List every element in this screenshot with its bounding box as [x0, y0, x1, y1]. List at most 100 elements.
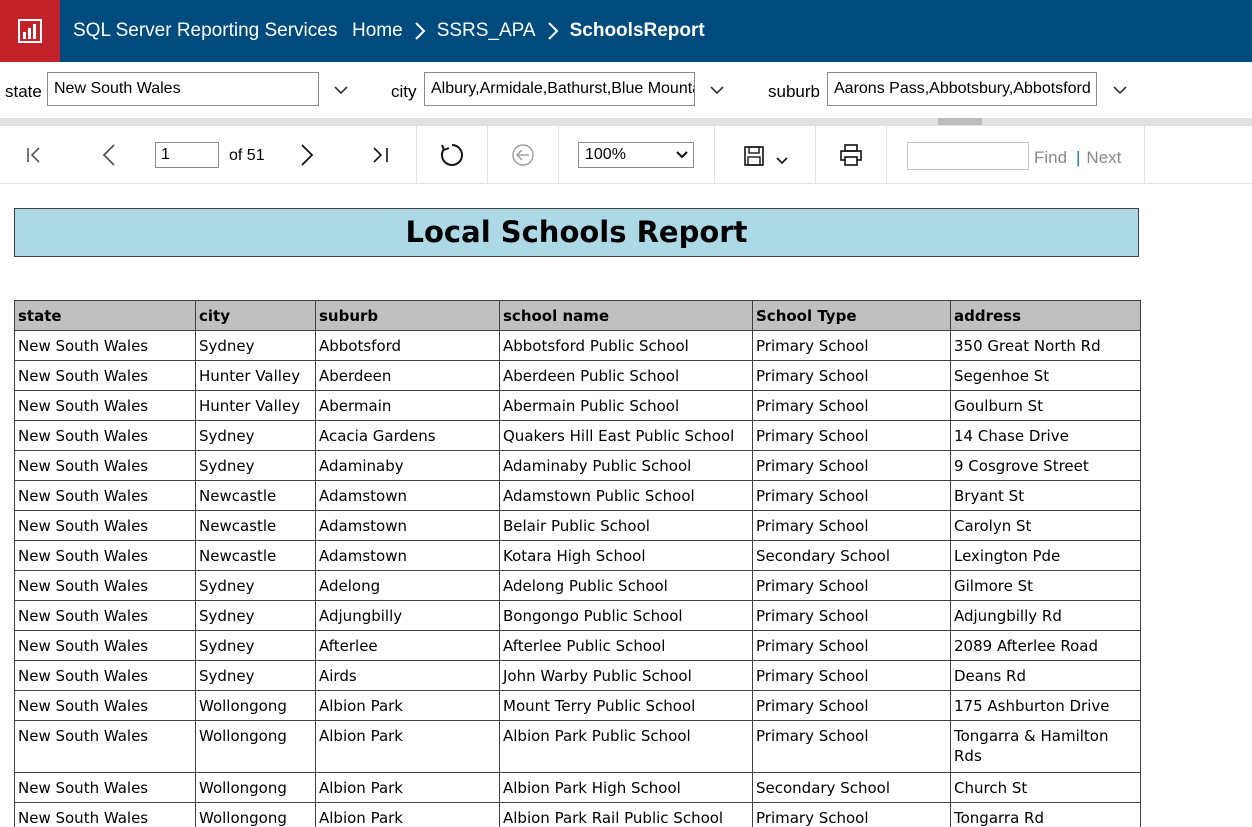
cell-suburb: Albion Park: [315, 772, 500, 803]
chevron-down-icon[interactable]: [333, 84, 349, 96]
column-header-state: state: [14, 300, 196, 331]
cell-suburb: Albion Park: [315, 690, 500, 721]
save-export-icon[interactable]: [743, 145, 765, 167]
cell-address: 2089 Afterlee Road: [950, 630, 1141, 661]
chevron-down-icon[interactable]: [775, 156, 789, 166]
cell-suburb: Adamstown: [315, 510, 500, 541]
find-input[interactable]: [907, 142, 1029, 170]
cell-suburb: Adamstown: [315, 540, 500, 571]
cell-school-name: Mount Terry Public School: [499, 690, 753, 721]
breadcrumb-folder[interactable]: SSRS_APA: [437, 20, 536, 42]
cell-state: New South Wales: [14, 630, 196, 661]
cell-school-name: Afterlee Public School: [499, 630, 753, 661]
table-row: New South Wales Sydney Airds John Warby Pub…: [14, 660, 1141, 691]
cell-address: 350 Great North Rd: [950, 330, 1141, 361]
suburb-param-input[interactable]: Aarons Pass,Abbotsbury,Abbotsford: [827, 72, 1097, 106]
chevron-right-icon: [547, 22, 559, 40]
cell-school-type: Primary School: [752, 690, 951, 721]
previous-page-icon[interactable]: [99, 143, 119, 167]
collapse-handle[interactable]: [938, 118, 982, 129]
cell-state: New South Wales: [14, 600, 196, 631]
cell-school-name: John Warby Public School: [499, 660, 753, 691]
find-separator: |: [1076, 148, 1081, 167]
report-toolbar: of 51 100% Find |Next: [0, 126, 1252, 184]
toolbar-divider: [886, 126, 887, 184]
cell-city: Sydney: [195, 450, 316, 481]
cell-school-type: Primary School: [752, 600, 951, 631]
cell-address: Carolyn St: [950, 510, 1141, 541]
next-page-icon[interactable]: [297, 143, 317, 167]
cell-suburb: Abermain: [315, 390, 500, 421]
cell-address: Adjungbilly Rd: [950, 600, 1141, 631]
cell-city: Sydney: [195, 330, 316, 361]
toolbar-divider: [815, 126, 816, 184]
state-param-input[interactable]: New South Wales: [47, 72, 319, 106]
cell-suburb: Airds: [315, 660, 500, 691]
cell-school-name: Abbotsford Public School: [499, 330, 753, 361]
report-logo-icon[interactable]: [0, 0, 60, 62]
table-header-row: state city suburb school name School Typ…: [14, 300, 1141, 331]
report-table: state city suburb school name School Typ…: [14, 300, 1141, 827]
table-row: New South Wales Sydney Adelong Adelong Publ…: [14, 570, 1141, 601]
find-next-link[interactable]: | Next: [1076, 148, 1121, 168]
last-page-icon[interactable]: [370, 145, 392, 165]
app-title[interactable]: SQL Server Reporting Services: [73, 20, 337, 42]
cell-state: New South Wales: [14, 480, 196, 511]
cell-school-name: Bongongo Public School: [499, 600, 753, 631]
table-row: New South Wales Newcastle Adamstown Kotara …: [14, 540, 1141, 571]
refresh-icon[interactable]: [439, 142, 465, 168]
back-to-parent-icon[interactable]: [511, 143, 535, 167]
cell-address: Tongarra Rd: [950, 802, 1141, 827]
cell-school-name: Albion Park High School: [499, 772, 753, 803]
toolbar-divider: [487, 126, 488, 184]
parameters-splitter[interactable]: [0, 118, 1252, 126]
cell-address: 9 Cosgrove Street: [950, 450, 1141, 481]
table-row: New South Wales Sydney Acacia Gardens Quake…: [14, 420, 1141, 451]
table-row: New South Wales Newcastle Adamstown Belair …: [14, 510, 1141, 541]
cell-school-type: Primary School: [752, 720, 951, 773]
page-count-label: of 51: [229, 147, 265, 164]
first-page-icon[interactable]: [24, 145, 44, 165]
page-number-input[interactable]: [155, 142, 219, 168]
chevron-down-icon: [676, 151, 688, 159]
table-row: New South Wales Newcastle Adamstown Adamsto…: [14, 480, 1141, 511]
cell-state: New South Wales: [14, 772, 196, 803]
cell-school-type: Secondary School: [752, 772, 951, 803]
cell-suburb: Afterlee: [315, 630, 500, 661]
table-row: New South Wales Wollongong Albion Park Albi…: [14, 802, 1141, 827]
print-icon[interactable]: [839, 143, 863, 167]
cell-state: New South Wales: [14, 660, 196, 691]
breadcrumb-home[interactable]: Home: [352, 20, 403, 42]
cell-school-name: Albion Park Rail Public School: [499, 802, 753, 827]
cell-city: Wollongong: [195, 690, 316, 721]
cell-suburb: Albion Park: [315, 720, 500, 773]
toolbar-divider: [714, 126, 715, 184]
cell-city: Sydney: [195, 630, 316, 661]
city-param-input[interactable]: Albury,Armidale,Bathurst,Blue Mountains: [424, 72, 695, 106]
table-row: New South Wales Hunter Valley Abermain Aber…: [14, 390, 1141, 421]
cell-city: Sydney: [195, 660, 316, 691]
cell-suburb: Adaminaby: [315, 450, 500, 481]
chevron-down-icon[interactable]: [709, 84, 725, 96]
cell-state: New South Wales: [14, 802, 196, 827]
report-title: Local Schools Report: [14, 208, 1139, 257]
cell-state: New South Wales: [14, 720, 196, 773]
table-row: New South Wales Sydney Adaminaby Adaminaby …: [14, 450, 1141, 481]
cell-state: New South Wales: [14, 390, 196, 421]
cell-suburb: Aberdeen: [315, 360, 500, 391]
chevron-down-icon[interactable]: [1112, 84, 1128, 96]
cell-address: 14 Chase Drive: [950, 420, 1141, 451]
cell-suburb: Abbotsford: [315, 330, 500, 361]
column-header-city: city: [195, 300, 316, 331]
toolbar-divider: [558, 126, 559, 184]
cell-address: Segenhoe St: [950, 360, 1141, 391]
find-link[interactable]: Find: [1034, 148, 1067, 168]
cell-school-name: Belair Public School: [499, 510, 753, 541]
cell-city: Wollongong: [195, 802, 316, 827]
cell-school-type: Primary School: [752, 390, 951, 421]
table-row: New South Wales Sydney Adjungbilly Bongongo…: [14, 600, 1141, 631]
table-row: New South Wales Wollongong Albion Park Moun…: [14, 690, 1141, 721]
cell-school-name: Quakers Hill East Public School: [499, 420, 753, 451]
cell-school-type: Primary School: [752, 480, 951, 511]
cell-city: Hunter Valley: [195, 360, 316, 391]
